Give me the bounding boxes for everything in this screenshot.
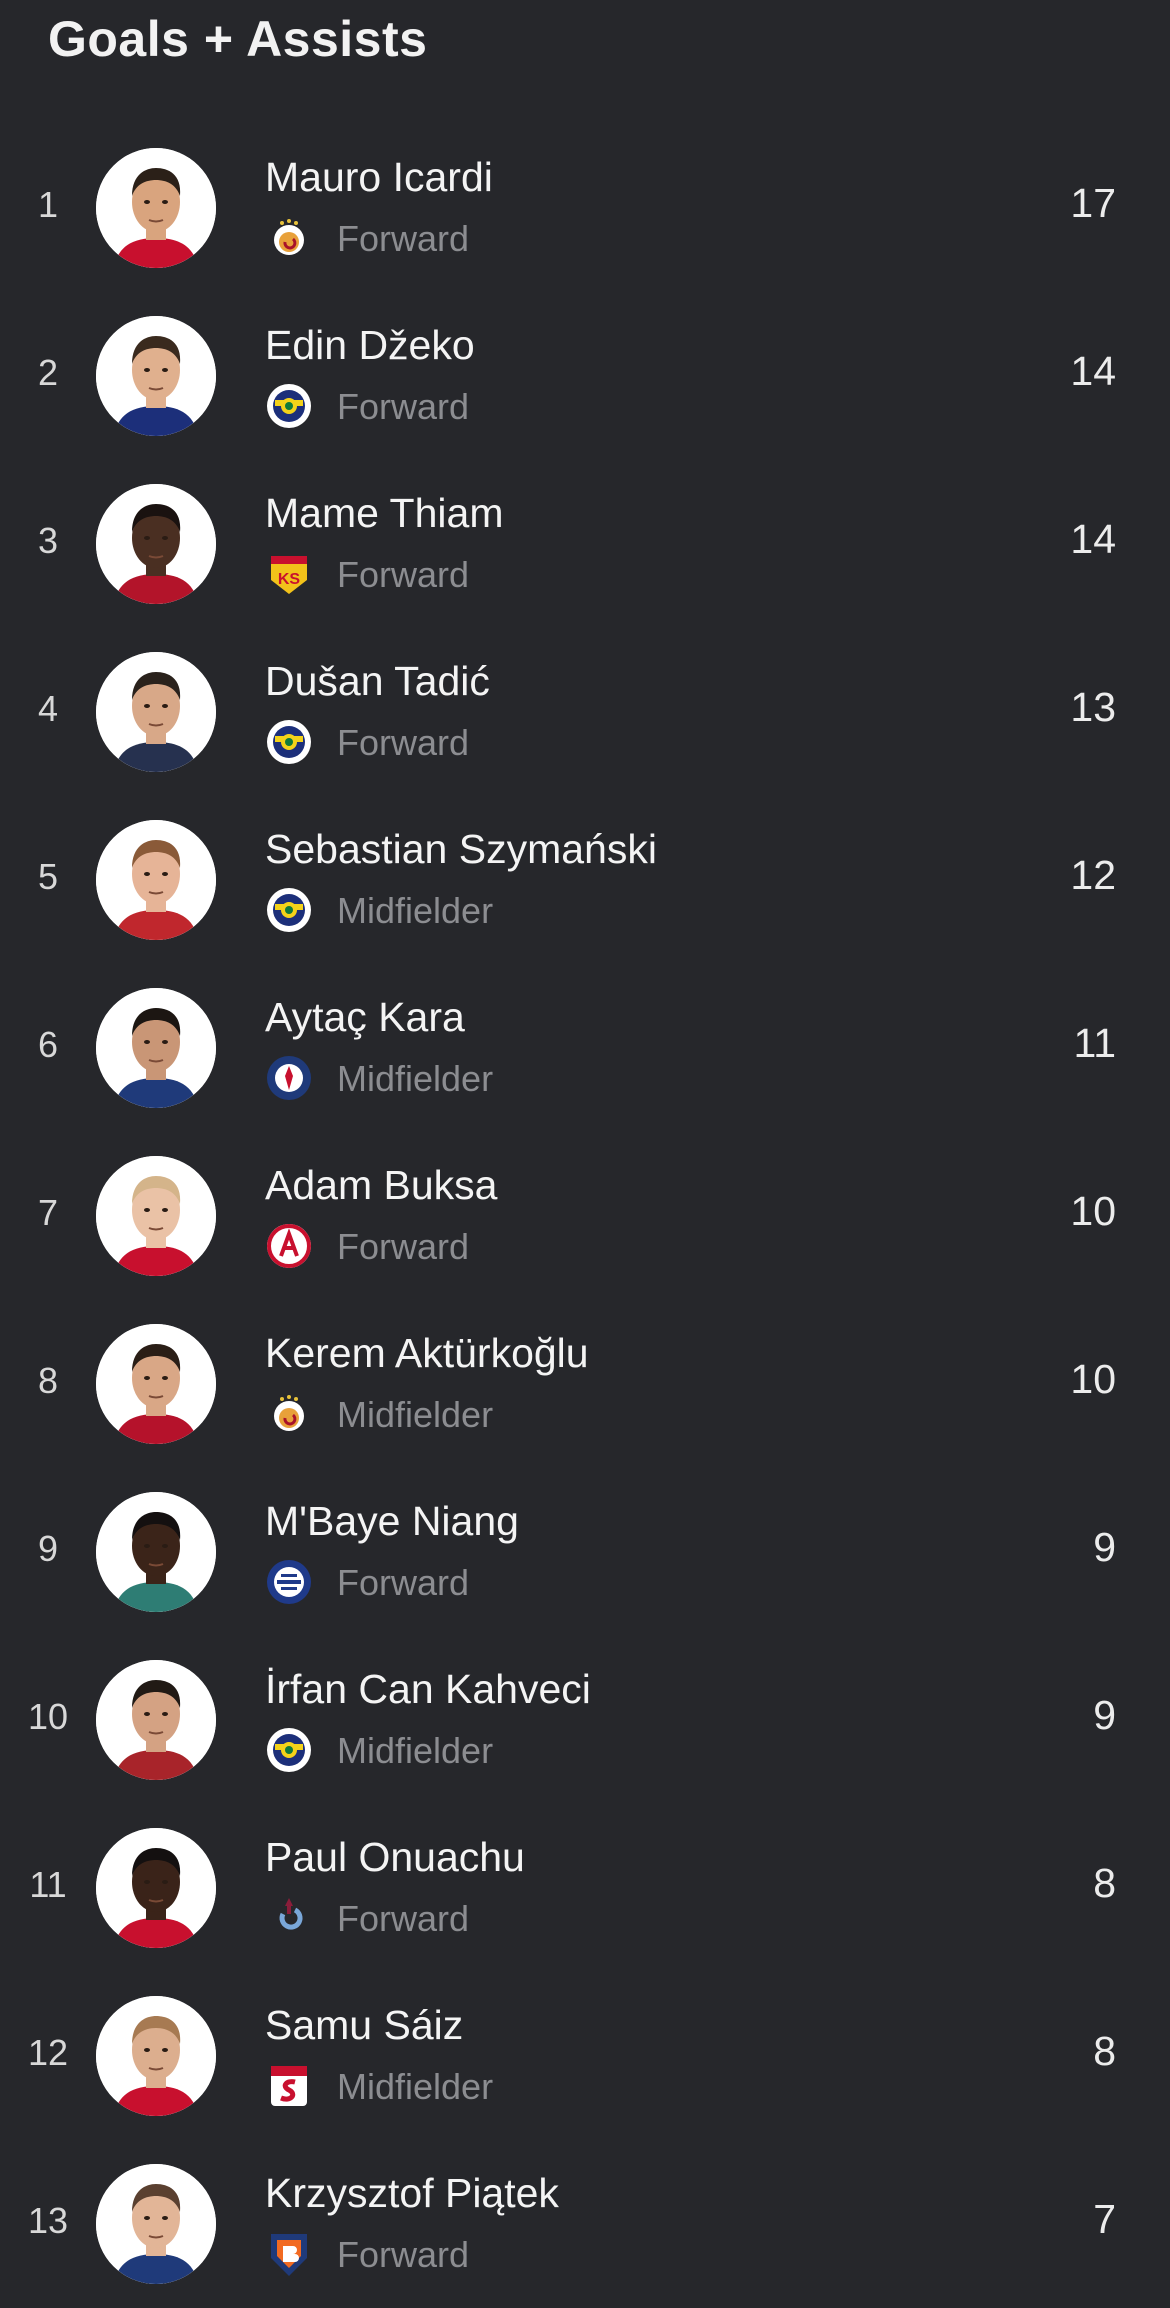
player-row[interactable]: 12 Samu Sáiz Midfielder 8 <box>0 1972 1170 2140</box>
goals-assists-value: 14 <box>1070 348 1116 394</box>
fenerbahce-crest-icon <box>265 718 313 766</box>
player-name[interactable]: Paul Onuachu <box>265 1834 525 1881</box>
goals-assists-value: 10 <box>1070 1188 1116 1234</box>
player-row[interactable]: 1 Mauro Icardi Forward 17 <box>0 124 1170 292</box>
player-row[interactable]: 9 M'Baye Niang Forward 9 <box>0 1468 1170 1636</box>
player-name[interactable]: Adam Buksa <box>265 1162 497 1209</box>
player-photo <box>96 1324 216 1444</box>
rank-number: 12 <box>27 2032 69 2073</box>
player-photo <box>96 1156 216 1276</box>
fenerbahce-crest-icon <box>265 886 313 934</box>
adana-demirspor-crest-icon <box>265 1558 313 1606</box>
player-photo <box>96 820 216 940</box>
player-name[interactable]: İrfan Can Kahveci <box>265 1666 591 1713</box>
player-name[interactable]: Kerem Aktürkoğlu <box>265 1330 589 1377</box>
galatasaray-crest-icon <box>265 214 313 262</box>
rank-number: 10 <box>27 1696 69 1737</box>
player-row[interactable]: 4 Dušan Tadić Forward 13 <box>0 628 1170 796</box>
player-position: Forward <box>337 1226 470 1267</box>
goals-assists-value: 14 <box>1070 516 1116 562</box>
player-photo <box>96 316 216 436</box>
player-position: Forward <box>337 554 470 595</box>
player-row[interactable]: 7 Adam Buksa Forward 10 <box>0 1132 1170 1300</box>
page-title: Goals + Assists <box>48 11 428 67</box>
player-row[interactable]: 8 Kerem Aktürkoğlu Midfielder 10 <box>0 1300 1170 1468</box>
player-position: Midfielder <box>337 890 494 931</box>
player-photo <box>96 652 216 772</box>
player-row[interactable]: 11 Paul Onuachu Forward 8 <box>0 1804 1170 1972</box>
rank-number: 4 <box>37 688 59 729</box>
rank-number: 5 <box>37 856 59 897</box>
goals-assists-value: 8 <box>1093 2028 1116 2074</box>
player-row[interactable]: 10 İrfan Can Kahveci Midfielder 9 <box>0 1636 1170 1804</box>
goals-assists-value: 8 <box>1093 1860 1116 1906</box>
player-row[interactable]: 13 Krzysztof Piątek Forward 7 <box>0 2140 1170 2308</box>
rank-number: 7 <box>37 1192 59 1233</box>
rank-number: 2 <box>37 352 59 393</box>
rank-number: 8 <box>37 1360 59 1401</box>
player-row[interactable]: 2 Edin Džeko Forward 14 <box>0 292 1170 460</box>
rank-number: 13 <box>27 2200 69 2241</box>
player-name[interactable]: Samu Sáiz <box>265 2002 463 2049</box>
player-photo <box>96 148 216 268</box>
player-name[interactable]: M'Baye Niang <box>265 1498 519 1545</box>
player-photo <box>96 2164 216 2284</box>
player-name[interactable]: Dušan Tadić <box>265 658 490 705</box>
player-position: Forward <box>337 1898 470 1939</box>
player-photo <box>96 484 216 604</box>
fenerbahce-crest-icon <box>265 1726 313 1774</box>
player-name[interactable]: Mame Thiam <box>265 490 503 537</box>
rank-number: 11 <box>29 1864 67 1905</box>
svg-text:KS: KS <box>278 571 301 588</box>
rank-number: 1 <box>37 184 59 225</box>
goals-assists-value: 12 <box>1070 852 1116 898</box>
rank-number: 3 <box>37 520 59 561</box>
player-position: Forward <box>337 2234 470 2275</box>
player-name[interactable]: Sebastian Szymański <box>265 826 657 873</box>
rank-number: 6 <box>37 1024 59 1065</box>
player-position: Forward <box>337 722 470 763</box>
player-position: Midfielder <box>337 1058 494 1099</box>
player-photo <box>96 988 216 1108</box>
player-position: Midfielder <box>337 1730 494 1771</box>
trabzonspor-crest-icon <box>265 1894 313 1942</box>
player-photo <box>96 1660 216 1780</box>
basaksehir-crest-icon <box>265 2230 313 2278</box>
player-position: Forward <box>337 218 470 259</box>
fenerbahce-crest-icon <box>265 382 313 430</box>
player-position: Forward <box>337 1562 470 1603</box>
player-list: 1 Mauro Icardi Forward 17 2 Edin Džeko Forward… <box>0 124 1170 2308</box>
player-photo <box>96 1828 216 1948</box>
player-row[interactable]: 5 Sebastian Szymański Midfielder 12 <box>0 796 1170 964</box>
player-photo <box>96 1492 216 1612</box>
goals-assists-value: 9 <box>1093 1692 1116 1738</box>
player-position: Forward <box>337 386 470 427</box>
player-name[interactable]: Aytaç Kara <box>265 994 465 1041</box>
kayserispor-crest-icon: KS <box>265 550 313 598</box>
goals-assists-value: 7 <box>1093 2196 1116 2242</box>
player-position: Midfielder <box>337 2066 494 2107</box>
kasimpasa-crest-icon <box>265 1054 313 1102</box>
galatasaray-crest-icon <box>265 1390 313 1438</box>
player-row[interactable]: 6 Aytaç Kara Midfielder 11 <box>0 964 1170 1132</box>
goals-assists-value: 9 <box>1093 1524 1116 1570</box>
goals-assists-value: 11 <box>1073 1020 1116 1066</box>
goals-assists-value: 10 <box>1070 1356 1116 1402</box>
player-name[interactable]: Krzysztof Piątek <box>265 2170 559 2217</box>
player-name[interactable]: Edin Džeko <box>265 322 475 369</box>
goals-assists-value: 17 <box>1070 180 1116 226</box>
rank-number: 9 <box>37 1528 59 1569</box>
sivasspor-crest-icon <box>265 2062 313 2110</box>
goals-assists-value: 13 <box>1070 684 1116 730</box>
player-row[interactable]: 3 Mame Thiam KS Forward 14 <box>0 460 1170 628</box>
player-name[interactable]: Mauro Icardi <box>265 154 493 201</box>
player-photo <box>96 1996 216 2116</box>
player-position: Midfielder <box>337 1394 494 1435</box>
antalyaspor-crest-icon <box>265 1222 313 1270</box>
